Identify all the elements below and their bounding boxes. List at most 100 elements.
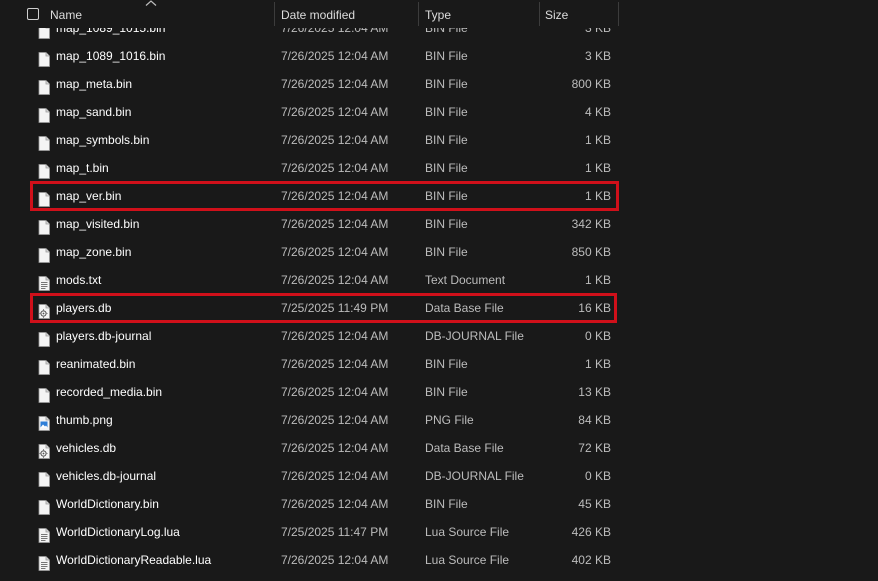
file-icon	[38, 105, 50, 123]
file-name: thumb.png	[56, 413, 113, 427]
file-row[interactable]: map_ver.bin 7/26/2025 12:04 AM BIN File 1 K…	[0, 182, 878, 210]
file-icon	[38, 161, 50, 179]
file-type: BIN File	[425, 77, 468, 91]
file-date-modified: 7/25/2025 11:49 PM	[281, 301, 389, 315]
column-divider[interactable]	[274, 2, 275, 26]
file-icon	[38, 385, 50, 403]
file-size: 426 KB	[571, 525, 611, 539]
file-name: players.db	[56, 301, 112, 315]
file-icon	[38, 217, 50, 235]
file-row[interactable]: vehicles.db-journal 7/26/2025 12:04 AM DB-…	[0, 462, 878, 490]
file-row[interactable]: WorldDictionaryReadable.lua 7/26/2025 12:…	[0, 546, 878, 574]
text-file-icon	[38, 273, 50, 291]
file-icon	[38, 245, 50, 263]
file-date-modified: 7/26/2025 12:04 AM	[281, 441, 389, 455]
column-divider[interactable]	[539, 2, 540, 26]
database-file-icon	[38, 301, 50, 319]
file-name: map_visited.bin	[56, 217, 140, 231]
file-row[interactable]: map_visited.bin 7/26/2025 12:04 AM BIN Fil…	[0, 210, 878, 238]
file-date-modified: 7/26/2025 12:04 AM	[281, 385, 389, 399]
column-divider[interactable]	[618, 2, 619, 26]
file-date-modified: 7/26/2025 12:04 AM	[281, 273, 389, 287]
file-type: Text Document	[425, 273, 506, 287]
file-size: 342 KB	[571, 217, 611, 231]
column-type-header[interactable]: Type	[425, 0, 451, 28]
file-icon	[38, 357, 50, 375]
file-row[interactable]: map_sand.bin 7/26/2025 12:04 AM BIN File 4 …	[0, 98, 878, 126]
file-name: map_1089_1016.bin	[56, 49, 166, 63]
file-name: map_sand.bin	[56, 105, 132, 119]
file-size: 4 KB	[584, 105, 611, 119]
file-date-modified: 7/26/2025 12:04 AM	[281, 49, 389, 63]
file-name: mods.txt	[56, 273, 102, 287]
file-row[interactable]: vehicles.db 7/26/2025 12:04 AM Data Base F…	[0, 434, 878, 462]
file-size: 1 KB	[584, 161, 611, 175]
file-type: BIN File	[425, 497, 468, 511]
file-row[interactable]: map_t.bin 7/26/2025 12:04 AM BIN File 1 KB	[0, 154, 878, 182]
file-name: WorldDictionaryReadable.lua	[56, 553, 212, 567]
file-type: Data Base File	[425, 301, 504, 315]
file-type: BIN File	[425, 245, 468, 259]
file-date-modified: 7/26/2025 12:04 AM	[281, 133, 389, 147]
file-row[interactable]: recorded_media.bin 7/26/2025 12:04 AM BIN …	[0, 378, 878, 406]
file-size: 402 KB	[571, 553, 611, 567]
column-name-header[interactable]: Name	[50, 0, 82, 28]
file-row[interactable]: players.db-journal 7/26/2025 12:04 AM DB-J…	[0, 322, 878, 350]
file-row[interactable]: map_1089_1016.bin 7/26/2025 12:04 AM BIN F…	[0, 42, 878, 70]
file-size: 0 KB	[584, 329, 611, 343]
file-type: Lua Source File	[425, 525, 510, 539]
file-row[interactable]: map_zone.bin 7/26/2025 12:04 AM BIN File 85…	[0, 238, 878, 266]
file-size: 1 KB	[584, 357, 611, 371]
file-size: 84 KB	[578, 413, 611, 427]
file-name: map_ver.bin	[56, 189, 122, 203]
file-icon	[38, 77, 50, 95]
file-name: reanimated.bin	[56, 357, 136, 371]
file-type: DB-JOURNAL File	[425, 469, 524, 483]
text-file-icon	[38, 553, 50, 571]
file-name: map_symbols.bin	[56, 133, 150, 147]
file-name: map_zone.bin	[56, 245, 132, 259]
file-row[interactable]: reanimated.bin 7/26/2025 12:04 AM BIN File…	[0, 350, 878, 378]
file-row[interactable]: map_meta.bin 7/26/2025 12:04 AM BIN File 80…	[0, 70, 878, 98]
file-name: vehicles.db	[56, 441, 117, 455]
image-file-icon	[38, 413, 50, 431]
file-type: BIN File	[425, 385, 468, 399]
file-date-modified: 7/26/2025 12:04 AM	[281, 413, 389, 427]
file-size: 16 KB	[578, 301, 611, 315]
file-type: BIN File	[425, 105, 468, 119]
file-row[interactable]: WorldDictionaryLog.lua 7/25/2025 11:47 PM…	[0, 518, 878, 546]
sort-ascending-icon	[145, 0, 157, 6]
file-row[interactable]: WorldDictionary.bin 7/26/2025 12:04 AM BIN…	[0, 490, 878, 518]
file-date-modified: 7/26/2025 12:04 AM	[281, 105, 389, 119]
file-row[interactable]: mods.txt 7/26/2025 12:04 AM Text Document 1…	[0, 266, 878, 294]
file-size: 13 KB	[578, 385, 611, 399]
database-file-icon	[38, 441, 50, 459]
file-size: 1 KB	[584, 133, 611, 147]
file-size: 1 KB	[584, 189, 611, 203]
file-row[interactable]: thumb.png 7/26/2025 12:04 AM PNG File 84 KB	[0, 406, 878, 434]
file-date-modified: 7/26/2025 12:04 AM	[281, 357, 389, 371]
file-icon	[38, 329, 50, 347]
file-row[interactable]: players.db 7/25/2025 11:49 PM Data Base Fi…	[0, 294, 878, 322]
file-date-modified: 7/26/2025 12:04 AM	[281, 497, 389, 511]
file-size: 3 KB	[584, 49, 611, 63]
column-header: Name Date modified Type Size	[0, 0, 878, 28]
select-all-checkbox[interactable]	[27, 8, 39, 20]
file-icon	[38, 49, 50, 67]
file-type: BIN File	[425, 217, 468, 231]
text-file-icon	[38, 525, 50, 543]
column-date-header[interactable]: Date modified	[281, 0, 355, 28]
file-type: DB-JOURNAL File	[425, 329, 524, 343]
column-size-header[interactable]: Size	[545, 0, 568, 28]
file-type: BIN File	[425, 161, 468, 175]
file-size: 800 KB	[571, 77, 611, 91]
file-name: players.db-journal	[56, 329, 152, 343]
file-date-modified: 7/26/2025 12:04 AM	[281, 329, 389, 343]
file-date-modified: 7/26/2025 12:04 AM	[281, 189, 389, 203]
file-type: PNG File	[425, 413, 474, 427]
file-row[interactable]: map_symbols.bin 7/26/2025 12:04 AM BIN Fil…	[0, 126, 878, 154]
file-type: BIN File	[425, 49, 468, 63]
file-date-modified: 7/26/2025 12:04 AM	[281, 245, 389, 259]
column-divider[interactable]	[418, 2, 419, 26]
file-name: WorldDictionaryLog.lua	[56, 525, 180, 539]
